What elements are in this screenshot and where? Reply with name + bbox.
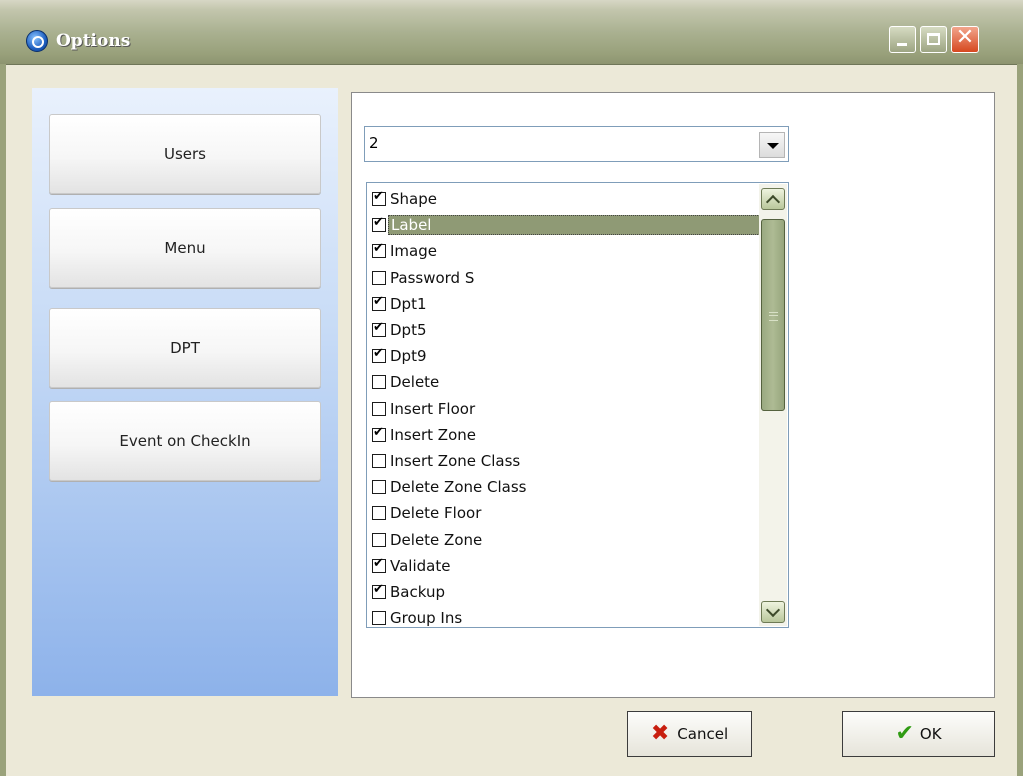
minimize-icon	[897, 43, 907, 46]
checkbox[interactable]	[372, 294, 386, 311]
list-item[interactable]: Shape	[372, 186, 755, 212]
x-icon: ✖	[650, 721, 670, 746]
list-item[interactable]: Validate	[372, 553, 755, 579]
list-item-label: Insert Zone	[390, 425, 476, 444]
checkbox[interactable]	[372, 506, 386, 521]
list-item[interactable]: Insert Floor	[372, 396, 755, 422]
list-item[interactable]: Group Ins	[372, 605, 755, 628]
group-select[interactable]: 2	[364, 126, 789, 162]
scroll-up-button[interactable]	[761, 188, 785, 210]
checkbox[interactable]	[372, 375, 386, 390]
list-item[interactable]: Label	[372, 212, 785, 238]
close-icon: ✕	[955, 25, 975, 50]
list-item[interactable]: Dpt5	[372, 317, 755, 343]
list-item[interactable]: Backup	[372, 579, 755, 605]
sidebar-item-menu[interactable]: Menu	[49, 208, 321, 288]
maximize-icon	[927, 33, 940, 45]
close-button[interactable]: ✕	[951, 25, 979, 53]
list-item-label: Shape	[390, 190, 437, 208]
list-item-label: Backup	[390, 583, 445, 601]
list-item[interactable]: Dpt1	[372, 291, 755, 317]
list-item[interactable]: Insert Zone	[372, 422, 755, 448]
cancel-button-label: Cancel	[677, 725, 729, 743]
sidebar-item-users[interactable]: Users	[49, 114, 321, 194]
window-frame-right	[1017, 64, 1023, 776]
checkbox[interactable]	[372, 320, 386, 337]
group-select-value: 2	[369, 134, 379, 152]
sidebar-item-event-on-checkin[interactable]: Event on CheckIn	[49, 401, 321, 481]
checkbox[interactable]	[372, 611, 386, 626]
list-item-label: Delete Zone Class	[390, 478, 527, 497]
window-frame-left	[0, 64, 6, 776]
list-item[interactable]: Dpt9	[372, 343, 755, 369]
scroll-down-button[interactable]	[761, 601, 785, 623]
window-title: Options	[56, 31, 131, 51]
list-item-label: Validate	[390, 556, 451, 575]
checkbox[interactable]	[372, 346, 386, 364]
checkbox[interactable]	[372, 270, 386, 285]
list-item[interactable]: Delete Zone Class	[372, 474, 755, 500]
list-item-label: Dpt5	[390, 321, 427, 339]
ok-button[interactable]: ✔ OK	[842, 711, 995, 757]
checkbox[interactable]	[372, 532, 386, 547]
list-item-label: Delete Zone	[390, 530, 483, 549]
grip-icon	[769, 312, 778, 321]
checkbox[interactable]	[372, 215, 386, 233]
list-item[interactable]: Password S	[372, 265, 755, 291]
list-item-label: Insert Floor	[390, 399, 476, 418]
chevron-down-icon[interactable]	[759, 132, 785, 158]
checkbox[interactable]	[372, 582, 386, 599]
checkbox[interactable]	[372, 189, 386, 206]
list-item-label: Delete Floor	[390, 504, 482, 523]
list-item[interactable]: Image	[372, 238, 755, 264]
minimize-button[interactable]	[889, 26, 916, 53]
checkbox[interactable]	[372, 480, 386, 495]
checkbox[interactable]	[372, 241, 386, 259]
list-item-label: Image	[390, 242, 437, 261]
list-item-label: Label	[388, 215, 785, 236]
list-item[interactable]: Delete	[372, 369, 755, 395]
list-item-label: Insert Zone Class	[390, 452, 521, 470]
checkbox[interactable]	[372, 454, 386, 468]
scroll-thumb[interactable]	[761, 219, 785, 411]
checkbox[interactable]	[372, 556, 386, 573]
list-item[interactable]: Insert Zone Class	[372, 448, 755, 474]
sidebar: Users Menu DPT Event on CheckIn	[32, 88, 338, 696]
list-item[interactable]: Delete Zone	[372, 527, 755, 553]
ok-button-label: OK	[919, 725, 942, 743]
list-item-label: Group Ins	[390, 609, 463, 628]
checkbox[interactable]	[372, 425, 386, 442]
permissions-list[interactable]: Shape Label Image Password S Dpt1 Dpt5 Dpt9 Del…	[366, 182, 789, 628]
list-item-label: Delete	[390, 373, 440, 392]
cancel-button[interactable]: ✖ Cancel	[627, 711, 752, 757]
chevron-down-icon	[765, 602, 781, 618]
list-item-label: Dpt9	[390, 347, 427, 366]
checkbox[interactable]	[372, 401, 386, 416]
checkmark-icon: ✔	[895, 721, 914, 746]
maximize-button[interactable]	[920, 26, 947, 53]
sidebar-item-dpt[interactable]: DPT	[49, 308, 321, 388]
app-logo-icon	[26, 30, 48, 52]
title-bar[interactable]: Options ✕	[0, 0, 1023, 65]
list-item-label: Dpt1	[390, 294, 427, 313]
chevron-up-icon	[765, 194, 781, 210]
options-window: Options ✕ Users Menu DPT Event on CheckI…	[0, 0, 1023, 776]
list-item[interactable]: Delete Floor	[372, 500, 755, 526]
list-item-label: Password S	[390, 268, 475, 287]
vertical-scrollbar[interactable]	[759, 184, 787, 626]
